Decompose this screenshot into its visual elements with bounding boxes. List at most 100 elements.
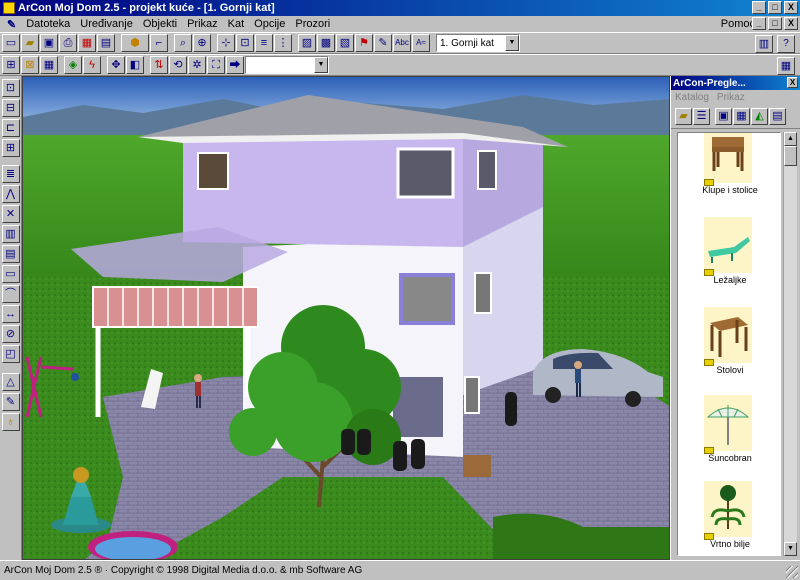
close-button[interactable]: X bbox=[784, 1, 798, 14]
zoom-icon[interactable]: ⌕ bbox=[174, 34, 192, 52]
grid-icon[interactable]: ⋮ bbox=[274, 34, 292, 52]
scroll-up-icon[interactable]: ▲ bbox=[784, 132, 797, 146]
bench-icon bbox=[704, 133, 752, 183]
menu-doc-icon[interactable]: ✎ bbox=[2, 18, 21, 31]
room-icon[interactable]: ⊟ bbox=[1, 99, 20, 117]
panel-menu: Katalog Prikaz bbox=[671, 90, 800, 105]
object-icon[interactable]: ◰ bbox=[1, 345, 20, 363]
floor-select[interactable]: 1. Gornji kat ▼ bbox=[436, 34, 520, 52]
pattern-icon[interactable]: ▩ bbox=[317, 34, 335, 52]
object-list[interactable]: Klupe i stolice Ležaljke Stolovi Suncobr… bbox=[677, 132, 781, 556]
large-icons-icon[interactable]: ▣ bbox=[715, 108, 732, 125]
menu-prozori[interactable]: Prozori bbox=[290, 18, 335, 30]
flag-icon[interactable]: ⚑ bbox=[355, 34, 373, 52]
save-icon[interactable]: ▣ bbox=[40, 34, 58, 52]
render-camera-icon[interactable]: ⬢ bbox=[121, 34, 149, 52]
list-item[interactable]: Vrtno bilje bbox=[678, 479, 780, 555]
draw-wall-icon[interactable]: ⊡ bbox=[1, 79, 20, 97]
lightning-icon[interactable]: ϟ bbox=[83, 56, 101, 74]
window bbox=[477, 150, 497, 190]
view-3d-icon[interactable]: ⊠ bbox=[21, 56, 39, 74]
library-icon[interactable]: ▤ bbox=[97, 34, 115, 52]
text-size-icon[interactable]: A≈ bbox=[412, 34, 430, 52]
panel-menu-prikaz[interactable]: Prikaz bbox=[717, 92, 745, 103]
hatch-icon[interactable]: ▨ bbox=[298, 34, 316, 52]
pyramid-icon[interactable]: △ bbox=[1, 373, 20, 391]
cube-icon[interactable]: ◈ bbox=[64, 56, 82, 74]
scroll-down-icon[interactable]: ▼ bbox=[784, 542, 797, 556]
text-abc-icon[interactable]: Abc bbox=[393, 34, 411, 52]
lamp-icon[interactable]: ♁ bbox=[1, 413, 20, 431]
view-select[interactable]: ▼ bbox=[245, 56, 329, 74]
scroll-thumb[interactable] bbox=[784, 146, 797, 166]
menu-datoteka[interactable]: Datoteka bbox=[21, 18, 75, 30]
view-plan-icon[interactable]: ▦ bbox=[40, 56, 58, 74]
open-folder-icon[interactable]: ▰ bbox=[21, 34, 39, 52]
context-help-icon[interactable]: ? bbox=[777, 35, 795, 53]
move-icon[interactable]: ✥ bbox=[107, 56, 125, 74]
panel-menu-katalog[interactable]: Katalog bbox=[675, 92, 709, 103]
zoom-region-icon[interactable]: ⊕ bbox=[193, 34, 211, 52]
maximize-button[interactable]: □ bbox=[768, 1, 782, 14]
roof-icon[interactable]: ⋀ bbox=[1, 185, 20, 203]
window bbox=[474, 272, 492, 314]
panel-toolbar: ▰ ☰ ▣ ▦ ◭ ▤ bbox=[671, 105, 800, 129]
close-icon[interactable]: X bbox=[787, 77, 798, 88]
terrain-icon[interactable]: ⌒ bbox=[1, 285, 20, 303]
help-book-icon[interactable]: ▥ bbox=[755, 35, 773, 53]
panel-scrollbar[interactable]: ▲ ▼ bbox=[783, 132, 797, 556]
section-icon[interactable]: ⊘ bbox=[1, 325, 20, 343]
menu-uredivanje[interactable]: Uređivanje bbox=[75, 18, 138, 30]
slab-icon[interactable]: ▭ bbox=[1, 265, 20, 283]
menu-opcije[interactable]: Opcije bbox=[249, 18, 290, 30]
beam-icon[interactable]: ▤ bbox=[1, 245, 20, 263]
list-view-icon[interactable]: ☰ bbox=[693, 108, 710, 125]
preview-icon[interactable]: ◭ bbox=[751, 108, 768, 125]
doc-restore-button[interactable]: □ bbox=[768, 17, 782, 30]
menu-objekti[interactable]: Objekti bbox=[138, 18, 182, 30]
view-toolbar: ⊞ ⊠ ▦ ◈ ϟ ✥ ◧ ⇅ ⟲ ✲ ⛶ ⮕ ▼ ▦ bbox=[0, 54, 800, 76]
scene-icon[interactable]: ▦ bbox=[777, 57, 795, 75]
folder-icon[interactable]: ▰ bbox=[675, 108, 692, 125]
snap-icon[interactable]: ⊡ bbox=[236, 34, 254, 52]
menu-prikaz[interactable]: Prikaz bbox=[182, 18, 223, 30]
align-icon[interactable]: ≡ bbox=[255, 34, 273, 52]
minimize-button[interactable]: _ bbox=[752, 1, 766, 14]
door-icon[interactable]: ⊏ bbox=[1, 119, 20, 137]
pencil-icon[interactable]: ✎ bbox=[374, 34, 392, 52]
fullscreen-icon[interactable]: ⛶ bbox=[207, 56, 225, 74]
rotate-view-icon[interactable]: ⟲ bbox=[169, 56, 187, 74]
fill-icon[interactable]: ▧ bbox=[336, 34, 354, 52]
list-item[interactable]: Suncobran bbox=[678, 393, 780, 473]
chevron-down-icon[interactable]: ▼ bbox=[314, 57, 328, 73]
column-icon[interactable]: ▥ bbox=[1, 225, 20, 243]
3d-viewport[interactable] bbox=[22, 76, 670, 560]
arrow-tool-icon[interactable]: ⮕ bbox=[226, 56, 244, 74]
doc-close-button[interactable]: X bbox=[784, 17, 798, 30]
view-2d-icon[interactable]: ⊞ bbox=[2, 56, 20, 74]
list-item-label: Ležaljke bbox=[713, 275, 747, 285]
new-file-icon[interactable]: ▭ bbox=[2, 34, 20, 52]
crosshair-icon[interactable]: ⊹ bbox=[217, 34, 235, 52]
list-item[interactable]: Klupe i stolice bbox=[678, 133, 780, 205]
print-icon[interactable]: ⎙ bbox=[59, 34, 77, 52]
dimension-icon[interactable]: ↔ bbox=[1, 305, 20, 323]
chevron-down-icon[interactable]: ▼ bbox=[505, 35, 519, 51]
small-icons-icon[interactable]: ▦ bbox=[733, 108, 750, 125]
resize-grip-icon[interactable] bbox=[786, 566, 798, 578]
window-icon[interactable]: ⊞ bbox=[1, 139, 20, 157]
menu-kat[interactable]: Kat bbox=[223, 18, 250, 30]
doc-minimize-button[interactable]: _ bbox=[752, 17, 766, 30]
catalog-icon[interactable]: ▦ bbox=[78, 34, 96, 52]
details-icon[interactable]: ▤ bbox=[769, 108, 786, 125]
updown-icon[interactable]: ⇅ bbox=[150, 56, 168, 74]
edit-icon[interactable]: ✎ bbox=[1, 393, 20, 411]
list-item[interactable]: Ležaljke bbox=[678, 215, 780, 295]
parasol-icon bbox=[704, 395, 752, 451]
list-item[interactable]: Stolovi bbox=[678, 305, 780, 385]
orbit-icon[interactable]: ✲ bbox=[188, 56, 206, 74]
wall-icon[interactable]: ⌐ bbox=[150, 34, 168, 52]
shade-icon[interactable]: ◧ bbox=[126, 56, 144, 74]
stairs-icon[interactable]: ≣ bbox=[1, 165, 20, 183]
delete-icon[interactable]: ✕ bbox=[1, 205, 20, 223]
